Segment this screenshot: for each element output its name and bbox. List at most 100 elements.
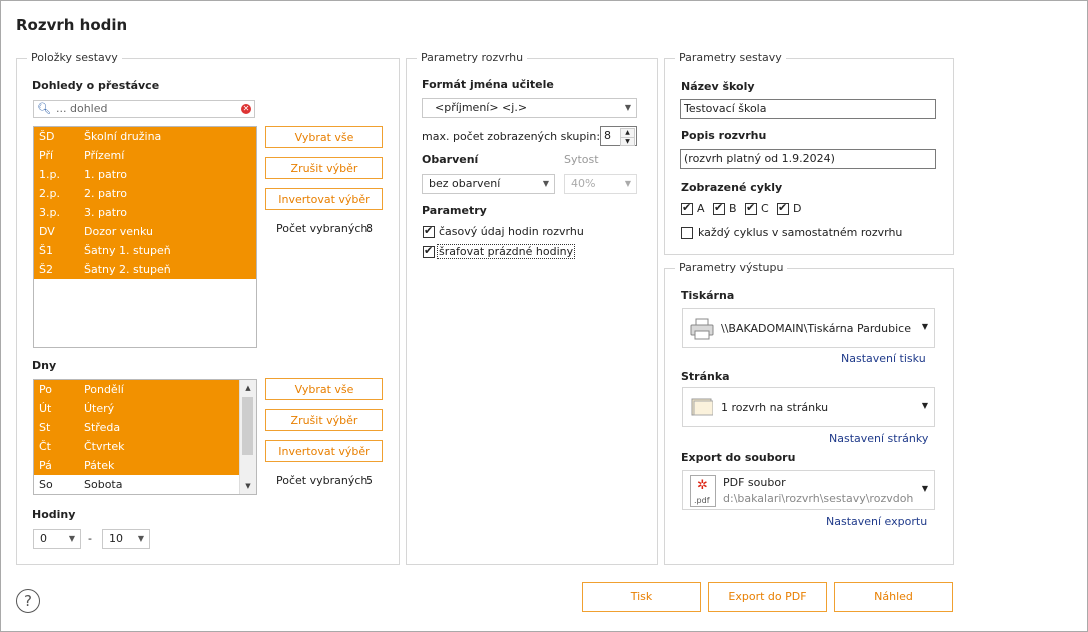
school-name-field[interactable]: Testovací škola bbox=[680, 99, 936, 119]
page-select[interactable]: 1 rozvrh na stránku ▼ bbox=[682, 387, 935, 427]
list-item-code: Pří bbox=[39, 149, 54, 162]
dny-label: Dny bbox=[32, 359, 57, 372]
list-item-code: DV bbox=[39, 225, 55, 238]
dohledy-select-all-button[interactable]: Vybrat vše bbox=[265, 126, 383, 148]
max-groups-label: max. počet zobrazených skupin: bbox=[422, 130, 601, 143]
each-cycle-checkbox[interactable] bbox=[681, 227, 693, 239]
printer-select[interactable]: \\BAKADOMAIN\Tiskárna Pardubice ▼ bbox=[682, 308, 935, 348]
list-item-name: Úterý bbox=[84, 402, 115, 415]
list-item[interactable]: Š2 Šatny 2. stupeň bbox=[34, 260, 256, 279]
cycle-checkbox[interactable] bbox=[681, 201, 693, 215]
list-item[interactable]: So Sobota bbox=[34, 475, 239, 494]
list-item[interactable]: 3.p. 3. patro bbox=[34, 203, 256, 222]
hatch-empty-checkbox[interactable] bbox=[423, 244, 435, 258]
export-value: PDF soubor bbox=[723, 476, 786, 489]
list-item[interactable]: ŠD Školní družina bbox=[34, 127, 256, 146]
list-item-code: So bbox=[39, 478, 53, 491]
help-icon[interactable]: ? bbox=[16, 589, 40, 613]
list-item-name: 3. patro bbox=[84, 206, 128, 219]
cycle-label: D bbox=[793, 202, 802, 215]
scroll-down-icon[interactable]: ▼ bbox=[240, 478, 256, 494]
preview-button[interactable]: Náhled bbox=[834, 582, 953, 612]
desc-field[interactable]: (rozvrh platný od 1.9.2024) bbox=[680, 149, 936, 169]
hodiny-from-value: 0 bbox=[40, 532, 47, 545]
dny-deselect-button[interactable]: Zrušit výběr bbox=[265, 409, 383, 431]
dny-scrollbar[interactable]: ▲ ▼ bbox=[239, 380, 256, 494]
hodiny-to-value: 10 bbox=[109, 532, 123, 545]
export-path: d:\bakalari\rozvrh\sestavy\rozvdohpr bbox=[723, 492, 913, 505]
printer-label: Tiskárna bbox=[681, 289, 735, 302]
list-item-name: Školní družina bbox=[84, 130, 162, 143]
cycle-checkbox[interactable] bbox=[777, 201, 789, 215]
print-settings-link[interactable]: Nastavení tisku bbox=[841, 352, 926, 365]
hodiny-to-select[interactable]: 10 ▼ bbox=[102, 529, 150, 549]
export-select[interactable]: ✲ .pdf PDF soubor d:\bakalari\rozvrh\ses… bbox=[682, 470, 935, 510]
max-groups-stepper[interactable]: 8 ▲ ▼ bbox=[600, 126, 637, 146]
page-settings-link[interactable]: Nastavení stránky bbox=[829, 432, 928, 445]
list-item-name: Přízemí bbox=[84, 149, 125, 162]
hodiny-from-select[interactable]: 0 ▼ bbox=[33, 529, 81, 549]
list-item[interactable]: Š1 Šatny 1. stupeň bbox=[34, 241, 256, 260]
cycle-checkbox[interactable] bbox=[713, 201, 725, 215]
dny-invert-button[interactable]: Invertovat výběr bbox=[265, 440, 383, 462]
dohledy-list[interactable]: ŠD Školní družina Pří Přízemí 1.p. 1. patro 2.… bbox=[33, 126, 257, 348]
list-item-name: 2. patro bbox=[84, 187, 128, 200]
list-item-code: Út bbox=[39, 402, 52, 415]
obarveni-value: bez obarvení bbox=[429, 177, 501, 190]
dohledy-selected-count: 8 bbox=[366, 222, 373, 235]
pdf-icon-text: .pdf bbox=[694, 496, 710, 505]
clear-search-icon[interactable]: ✕ bbox=[241, 104, 251, 114]
chevron-down-icon: ▼ bbox=[542, 179, 549, 188]
obarveni-select[interactable]: bez obarvení ▼ bbox=[422, 174, 555, 194]
dny-select-all-button[interactable]: Vybrat vše bbox=[265, 378, 383, 400]
list-item-name: Sobota bbox=[84, 478, 123, 491]
list-item-code: Čt bbox=[39, 440, 51, 453]
dohledy-deselect-button[interactable]: Zrušit výběr bbox=[265, 157, 383, 179]
list-item[interactable]: Čt Čtvrtek bbox=[34, 437, 239, 456]
scroll-up-icon[interactable]: ▲ bbox=[240, 380, 256, 396]
export-pdf-button[interactable]: Export do PDF bbox=[708, 582, 827, 612]
export-settings-link[interactable]: Nastavení exportu bbox=[826, 515, 927, 528]
chevron-down-icon: ▼ bbox=[921, 401, 928, 410]
group-title: Položky sestavy bbox=[27, 51, 122, 64]
list-item-code: St bbox=[39, 421, 51, 434]
cycle-checkbox[interactable] bbox=[745, 201, 757, 215]
scroll-thumb[interactable] bbox=[242, 397, 253, 455]
print-button[interactable]: Tisk bbox=[582, 582, 701, 612]
list-item-name: Čtvrtek bbox=[84, 440, 125, 453]
dohledy-invert-button[interactable]: Invertovat výběr bbox=[265, 188, 383, 210]
list-item[interactable]: 2.p. 2. patro bbox=[34, 184, 256, 203]
time-info-label: časový údaj hodin rozvrhu bbox=[439, 225, 584, 238]
dny-selected-count-label: Počet vybraných: bbox=[276, 474, 372, 487]
list-item-name: Středa bbox=[84, 421, 121, 434]
list-item-code: 3.p. bbox=[39, 206, 60, 219]
list-item-name: 1. patro bbox=[84, 168, 128, 181]
printer-value: \\BAKADOMAIN\Tiskárna Pardubice bbox=[721, 322, 911, 335]
dny-list[interactable]: Po Pondělí Út Úterý St Středa Čt Čtvrtek Pá Pátek… bbox=[33, 379, 257, 495]
list-item-name: Pátek bbox=[84, 459, 115, 472]
group-title: Parametry výstupu bbox=[675, 261, 788, 274]
dohledy-search-input[interactable]: 🔍︎ ... dohled ✕ bbox=[33, 100, 255, 118]
list-item[interactable]: St Středa bbox=[34, 418, 239, 437]
format-select[interactable]: <příjmení> <j.> ▼ bbox=[422, 98, 637, 118]
list-item[interactable]: 1.p. 1. patro bbox=[34, 165, 256, 184]
list-item[interactable]: Po Pondělí bbox=[34, 380, 239, 399]
list-item[interactable]: Pří Přízemí bbox=[34, 146, 256, 165]
chevron-down-icon: ▼ bbox=[137, 534, 144, 543]
chevron-down-icon: ▼ bbox=[921, 484, 928, 493]
list-item[interactable]: Út Úterý bbox=[34, 399, 239, 418]
list-item-code: Š2 bbox=[39, 263, 53, 276]
max-groups-value: 8 bbox=[604, 129, 611, 142]
time-info-checkbox[interactable] bbox=[423, 224, 435, 238]
list-item[interactable]: Pá Pátek bbox=[34, 456, 239, 475]
list-item-code: Po bbox=[39, 383, 52, 396]
group-title: Parametry sestavy bbox=[675, 51, 786, 64]
export-label: Export do souboru bbox=[681, 451, 796, 464]
printer-icon bbox=[690, 318, 714, 340]
hodiny-separator: - bbox=[88, 532, 92, 545]
chevron-down-icon: ▼ bbox=[624, 179, 631, 188]
stepper-down-icon[interactable]: ▼ bbox=[620, 137, 635, 146]
dialog-title: Rozvrh hodin bbox=[16, 16, 128, 34]
list-item-name: Šatny 2. stupeň bbox=[84, 263, 171, 276]
list-item[interactable]: DV Dozor venku bbox=[34, 222, 256, 241]
